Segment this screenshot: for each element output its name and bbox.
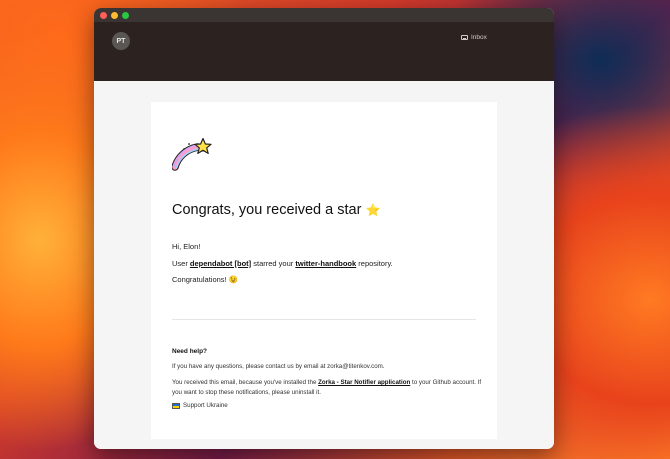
support-ukraine-link[interactable]: Support Ukraine xyxy=(172,402,228,409)
star-emoji-icon: ⭐ xyxy=(365,203,381,217)
congratulations-line: Congratulations! 😉 xyxy=(172,275,238,284)
inbox-icon xyxy=(461,35,468,40)
app-link[interactable]: Zorka - Star Notifier application xyxy=(318,379,410,386)
support-ukraine-label: Support Ukraine xyxy=(183,402,228,409)
star-line-prefix: User xyxy=(172,259,190,268)
shooting-star-rainbow-icon xyxy=(172,137,212,171)
minimize-window-button[interactable] xyxy=(111,11,118,19)
star-line-suffix: repository. xyxy=(356,259,393,268)
email-headline: Congrats, you received a star ⭐ xyxy=(172,202,380,218)
mail-header: PT Inbox xyxy=(94,22,554,81)
zoom-window-button[interactable] xyxy=(122,11,129,19)
window-titlebar xyxy=(94,8,554,22)
divider xyxy=(172,319,476,320)
repo-link[interactable]: twitter-handbook xyxy=(295,259,356,268)
headline-text: Congrats, you received a star xyxy=(172,202,362,218)
reason-text: You received this email, because you've … xyxy=(172,378,482,398)
inbox-label: Inbox xyxy=(471,34,487,41)
wink-emoji-icon: 😉 xyxy=(228,275,239,284)
help-title: Need help? xyxy=(172,348,208,355)
greeting: Hi, Elon! xyxy=(172,242,201,251)
ukraine-flag-icon xyxy=(172,402,180,409)
help-text: If you have any questions, please contac… xyxy=(172,363,385,370)
avatar[interactable]: PT xyxy=(112,32,130,50)
mail-window: PT Inbox Congrats, you received a star ⭐… xyxy=(94,8,554,449)
reason-prefix: You received this email, because you've … xyxy=(172,379,319,386)
star-line-middle: starred your xyxy=(251,259,296,268)
user-link[interactable]: dependabot [bot] xyxy=(190,259,251,268)
star-notification-line: User dependabot [bot] starred your twitt… xyxy=(172,259,393,268)
email-card: Congrats, you received a star ⭐ Hi, Elon… xyxy=(151,102,497,439)
close-window-button[interactable] xyxy=(100,11,107,19)
congrats-text: Congratulations! xyxy=(172,275,227,284)
inbox-link[interactable]: Inbox xyxy=(461,34,487,41)
